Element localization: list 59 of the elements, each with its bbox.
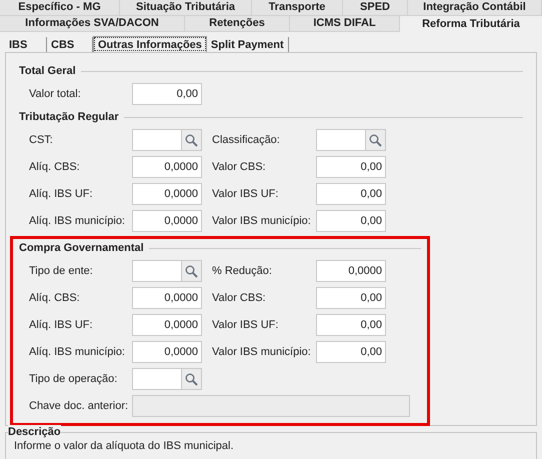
field-label: Alíq. IBS UF: [29, 186, 94, 202]
tab[interactable]: Retenções [185, 16, 290, 32]
search-button[interactable] [181, 261, 201, 281]
tab[interactable]: SPED [343, 0, 408, 16]
field-label: Alíq. IBS município: [29, 344, 126, 360]
number-field[interactable]: 0,0000 [132, 210, 202, 232]
tab[interactable]: Informações SVA/DACON [0, 16, 185, 32]
tab[interactable]: Específico - MG [0, 0, 120, 16]
field-label: Valor CBS: [212, 160, 267, 175]
search-button[interactable] [181, 369, 201, 389]
tab[interactable]: ICMS DIFAL [290, 16, 400, 32]
search-button[interactable] [181, 130, 201, 150]
lookup-field[interactable] [316, 129, 386, 151]
tab[interactable]: Transporte [252, 0, 343, 16]
number-field[interactable]: 0,0000 [132, 156, 202, 178]
search-icon [185, 264, 198, 278]
field-label: Alíq. IBS município: [29, 214, 126, 229]
tab[interactable]: Situação Tributária [120, 0, 252, 16]
field-label: Alíq. CBS: [29, 160, 81, 175]
lookup-field[interactable] [132, 129, 202, 151]
field-label: Valor CBS: [212, 290, 267, 306]
number-field[interactable]: 0,0000 [132, 314, 202, 336]
section-title: Total Geral [19, 64, 76, 79]
search-button[interactable] [365, 130, 385, 150]
field-label: Valor total: [29, 86, 82, 102]
number-field[interactable]: 0,0000 [132, 287, 202, 309]
field-label: Chave doc. anterior: [29, 398, 130, 414]
field-label: Valor IBS UF: [212, 186, 280, 202]
search-icon [185, 372, 198, 386]
lookup-field[interactable] [132, 260, 202, 282]
number-field[interactable]: 0,0000 [132, 183, 202, 205]
number-field[interactable]: 0,00 [316, 210, 386, 232]
field-label: Valor IBS UF: [212, 318, 280, 333]
tab[interactable]: Integração Contábil [408, 0, 542, 16]
search-icon [369, 134, 382, 146]
number-field[interactable]: 0,00 [316, 156, 386, 178]
number-field[interactable]: 0,00 [132, 83, 202, 105]
number-field[interactable]: 0,0000 [316, 260, 386, 282]
field-label: Tipo de operação: [29, 372, 118, 387]
section-title: Tributação Regular [19, 110, 119, 125]
number-field[interactable]: 0,00 [316, 287, 386, 309]
description-text: Informe o valor da alíquota do IBS municipal. [13, 439, 235, 454]
field-label: Classificação: [212, 132, 281, 148]
number-field[interactable]: 0,00 [316, 183, 386, 205]
field-label: Valor IBS município: [212, 344, 312, 360]
search-icon [185, 134, 198, 146]
field-label: Alíq. IBS UF: [29, 318, 94, 333]
number-field[interactable]: 0,00 [316, 314, 386, 336]
field-label: Tipo de ente: [29, 264, 94, 279]
field-label: Valor IBS município: [212, 214, 312, 229]
number-field[interactable]: 0,0000 [132, 341, 202, 363]
sub-tab[interactable]: Outras Informações [93, 36, 207, 52]
field-label: Alíq. CBS: [29, 290, 81, 306]
number-field[interactable]: 0,00 [316, 341, 386, 363]
group-title: Descrição [8, 425, 61, 439]
field-label: CST: [29, 132, 54, 148]
field-label: % Redução: [212, 264, 273, 279]
section-title: Compra Governamental [19, 240, 144, 256]
lookup-field[interactable] [132, 368, 202, 390]
